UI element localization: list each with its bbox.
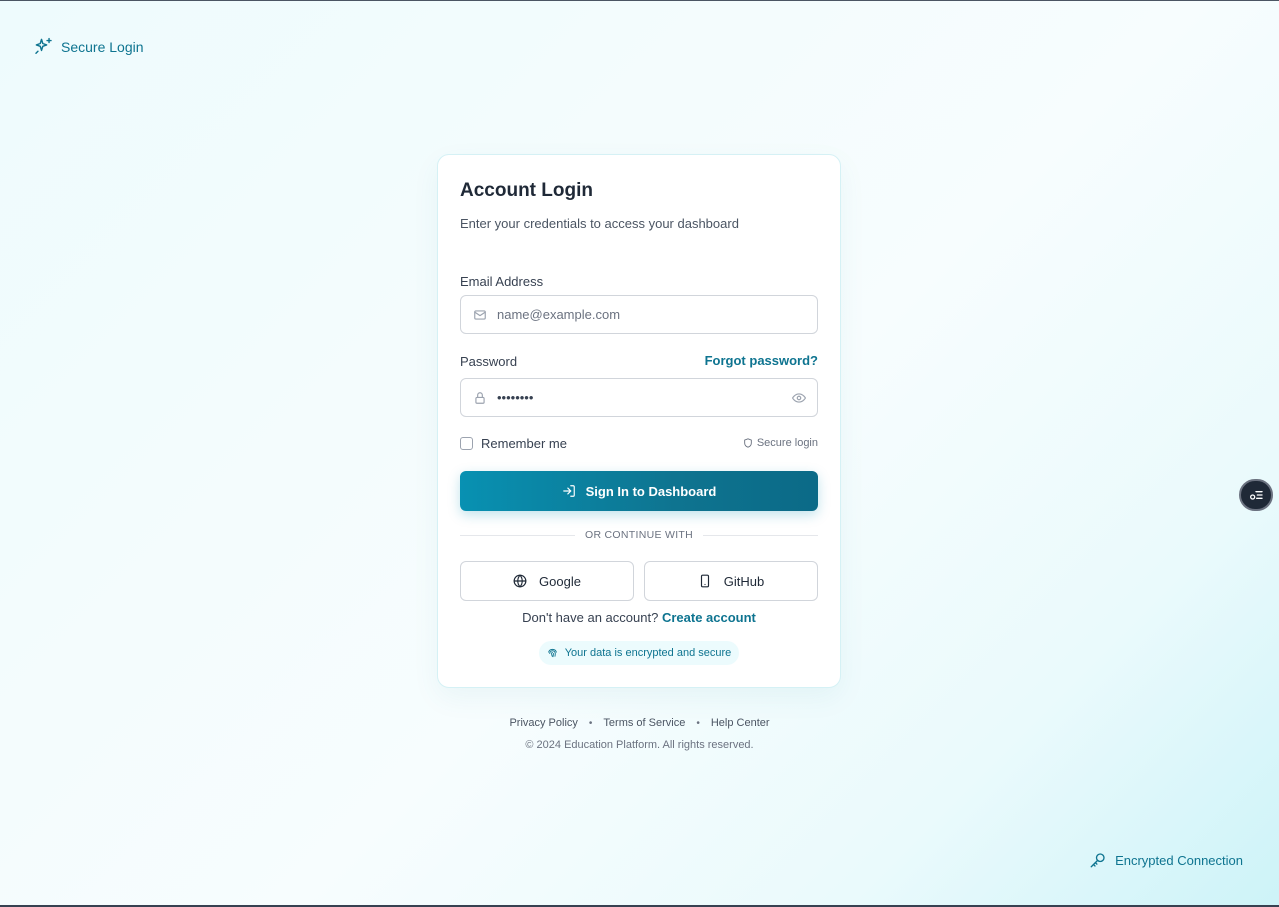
privacy-policy-link[interactable]: Privacy Policy xyxy=(509,717,577,729)
eye-icon[interactable] xyxy=(792,391,806,405)
settings-toggle-icon xyxy=(1250,491,1263,500)
encrypted-connection-label: Encrypted Connection xyxy=(1115,852,1243,868)
card-subtitle: Enter your credentials to access your da… xyxy=(460,216,739,231)
password-input[interactable] xyxy=(497,379,792,416)
divider-label: OR CONTINUE WITH xyxy=(584,529,694,541)
signup-text: Don't have an account? xyxy=(522,610,659,625)
log-in-icon xyxy=(562,485,575,497)
floating-settings-button[interactable] xyxy=(1239,479,1273,511)
shield-icon xyxy=(744,438,752,448)
google-button[interactable]: Google xyxy=(460,561,634,601)
divider: OR CONTINUE WITH xyxy=(460,529,819,541)
copyright: © 2024 Education Platform. All rights re… xyxy=(525,739,754,751)
terms-of-service-link[interactable]: Terms of Service xyxy=(603,717,685,729)
signup-prompt: Don't have an account? Create account xyxy=(438,610,840,625)
lock-icon xyxy=(473,391,487,405)
github-button[interactable]: GitHub xyxy=(644,561,818,601)
remember-label: Remember me xyxy=(481,436,567,451)
email-label: Email Address xyxy=(460,274,544,289)
brand-logo: Secure Login xyxy=(34,37,144,56)
help-center-link[interactable]: Help Center xyxy=(711,717,770,729)
card-title: Account Login xyxy=(460,180,593,201)
create-account-link[interactable]: Create account xyxy=(662,610,756,625)
remember-checkbox[interactable] xyxy=(460,437,473,450)
secure-login-label: Secure login xyxy=(756,437,818,449)
google-label: Google xyxy=(539,573,581,589)
encrypted-badge: Your data is encrypted and secure xyxy=(539,641,739,665)
divider-line-left xyxy=(460,534,575,536)
sign-in-label: Sign In to Dashboard xyxy=(585,483,717,499)
globe-icon xyxy=(513,574,527,588)
divider-line-right xyxy=(703,534,819,536)
encrypted-note: Your data is encrypted and secure xyxy=(564,647,732,659)
remember-me[interactable]: Remember me xyxy=(460,436,567,451)
smartphone-icon xyxy=(700,574,709,588)
footer-separator: • xyxy=(588,717,593,729)
sparkles-icon xyxy=(35,37,52,54)
footer-separator: • xyxy=(696,717,700,729)
footer-links: Privacy Policy • Terms of Service • Help… xyxy=(0,717,1279,729)
password-label: Password xyxy=(460,354,518,369)
mail-icon xyxy=(473,308,487,322)
fingerprint-icon xyxy=(547,648,557,657)
forgot-password-link[interactable]: Forgot password? xyxy=(705,353,818,368)
login-card: Account Login Enter your credentials to … xyxy=(437,154,841,688)
encrypted-connection-badge: Encrypted Connection xyxy=(1089,851,1243,869)
email-input[interactable] xyxy=(497,296,817,333)
github-label: GitHub xyxy=(723,573,765,589)
key-icon xyxy=(1090,853,1105,868)
email-field[interactable] xyxy=(460,295,818,334)
password-field[interactable] xyxy=(460,378,818,417)
sign-in-button[interactable]: Sign In to Dashboard xyxy=(460,471,818,511)
secure-login-note: Secure login xyxy=(743,437,818,449)
brand-label: Secure Login xyxy=(61,38,144,55)
